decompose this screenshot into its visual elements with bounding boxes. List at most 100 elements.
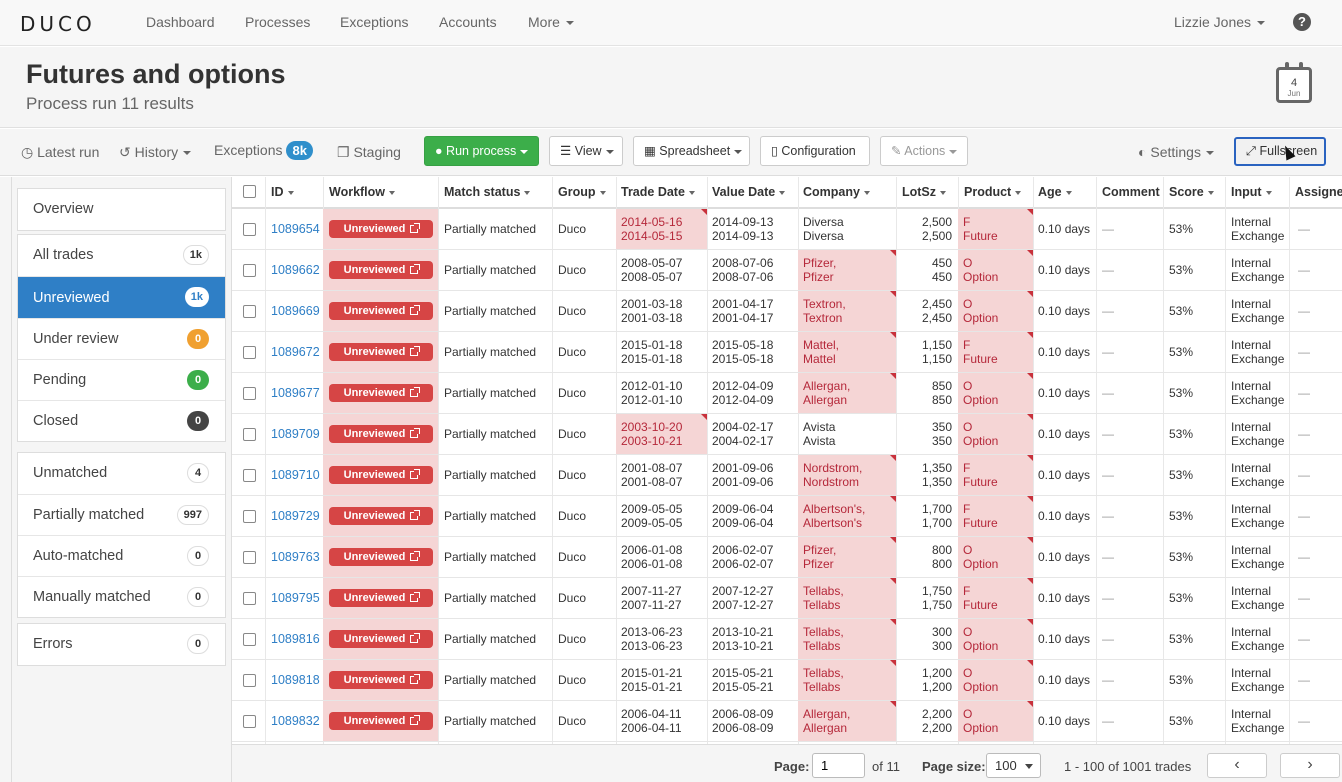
settings-dropdown[interactable]: ◐ Settings [1138,144,1214,160]
table-row[interactable]: 1089832 Unreviewed Partially matched Duc… [232,701,1342,742]
row-checkbox[interactable] [243,223,256,236]
nav-accounts[interactable]: Accounts [439,14,497,30]
trade-id-link[interactable]: 1089654 [271,222,320,236]
duco-logo[interactable]: DUCO [20,12,96,36]
row-checkbox[interactable] [243,715,256,728]
workflow-status-button[interactable]: Unreviewed [329,712,433,730]
row-checkbox[interactable] [243,305,256,318]
column-header-product[interactable]: Product [964,185,1022,199]
row-checkbox[interactable] [243,469,256,482]
sidebar-item-unmatched[interactable]: Unmatched 4 [18,453,225,494]
column-header-score[interactable]: Score [1169,185,1214,199]
workflow-status-button[interactable]: Unreviewed [329,261,433,279]
sidebar-item-overview[interactable]: Overview [18,189,225,230]
next-page-button[interactable]: › [1280,753,1340,778]
previous-page-button[interactable]: ‹ [1207,753,1267,778]
trade-id-link[interactable]: 1089818 [271,673,320,687]
workflow-status-button[interactable]: Unreviewed [329,548,433,566]
scrollbar[interactable] [11,177,12,782]
staging-button[interactable]: ❐ Staging [337,144,401,161]
trade-id-link[interactable]: 1089669 [271,304,320,318]
sidebar-item-unreviewed[interactable]: Unreviewed 1k [18,276,225,318]
calendar-icon[interactable]: 4 Jun [1276,62,1312,103]
sidebar-item-closed[interactable]: Closed 0 [18,400,225,441]
table-row[interactable]: 1089709 Unreviewed Partially matched Duc… [232,414,1342,455]
spreadsheet-dropdown[interactable]: ▦ Spreadsheet [633,136,750,166]
workflow-status-button[interactable]: Unreviewed [329,425,433,443]
select-all-checkbox[interactable] [243,185,256,198]
row-checkbox[interactable] [243,346,256,359]
exceptions-button[interactable]: Exceptions 8k [214,141,313,160]
run-process-button[interactable]: ● Run process [424,136,539,166]
column-header-input[interactable]: Input [1231,185,1272,199]
workflow-status-button[interactable]: Unreviewed [329,589,433,607]
row-checkbox[interactable] [243,674,256,687]
trade-id-link[interactable]: 1089709 [271,427,320,441]
table-row[interactable]: 1089729 Unreviewed Partially matched Duc… [232,496,1342,537]
table-row[interactable]: 1089672 Unreviewed Partially matched Duc… [232,332,1342,373]
workflow-status-button[interactable]: Unreviewed [329,466,433,484]
column-header-lotsz[interactable]: LotSz [902,185,947,199]
row-checkbox[interactable] [243,592,256,605]
table-row[interactable]: 1089677 Unreviewed Partially matched Duc… [232,373,1342,414]
row-checkbox[interactable] [243,387,256,400]
nav-dashboard[interactable]: Dashboard [146,14,215,30]
workflow-status-button[interactable]: Unreviewed [329,220,433,238]
history-dropdown[interactable]: ↺ History [119,144,192,161]
column-header-value-date[interactable]: Value Date [712,185,786,199]
sidebar-item-manually-matched[interactable]: Manually matched 0 [18,576,225,617]
table-row[interactable]: 1089818 Unreviewed Partially matched Duc… [232,660,1342,701]
trade-id-link[interactable]: 1089662 [271,263,320,277]
trade-id-link[interactable]: 1089763 [271,550,320,564]
trade-id-link[interactable]: 1089672 [271,345,320,359]
row-checkbox[interactable] [243,510,256,523]
trade-id-link[interactable]: 1089795 [271,591,320,605]
column-header-workflow[interactable]: Workflow [329,185,396,199]
table-row[interactable]: 1089795 Unreviewed Partially matched Duc… [232,578,1342,619]
column-header-company[interactable]: Company [803,185,870,199]
sidebar-item-under-review[interactable]: Under review 0 [18,318,225,359]
row-checkbox[interactable] [243,633,256,646]
row-checkbox[interactable] [243,551,256,564]
row-checkbox[interactable] [243,428,256,441]
configuration-button[interactable]: ▯ Configuration [760,136,870,166]
column-header-trade-date[interactable]: Trade Date [621,185,695,199]
column-header-group[interactable]: Group [558,185,606,199]
table-row[interactable]: 1089669 Unreviewed Partially matched Duc… [232,291,1342,332]
table-row[interactable]: 1089654 Unreviewed Partially matched Duc… [232,209,1342,250]
workflow-status-button[interactable]: Unreviewed [329,384,433,402]
sidebar-item-pending[interactable]: Pending 0 [18,359,225,400]
table-row[interactable]: 1089816 Unreviewed Partially matched Duc… [232,619,1342,660]
trade-id-link[interactable]: 1089816 [271,632,320,646]
user-menu[interactable]: Lizzie Jones [1174,14,1266,30]
sidebar-item-auto-matched[interactable]: Auto-matched 0 [18,535,225,576]
workflow-status-button[interactable]: Unreviewed [329,507,433,525]
table-row[interactable]: 1089763 Unreviewed Partially matched Duc… [232,537,1342,578]
help-icon[interactable]: ? [1293,13,1311,31]
trade-id-link[interactable]: 1089710 [271,468,320,482]
column-header-match-status[interactable]: Match status [444,185,531,199]
nav-more-dropdown[interactable]: More [528,14,574,30]
page-size-select[interactable]: 100 [986,753,1041,778]
trade-id-link[interactable]: 1089832 [271,714,320,728]
table-row[interactable]: 1089710 Unreviewed Partially matched Duc… [232,455,1342,496]
column-header-age[interactable]: Age [1038,185,1072,199]
fullscreen-button[interactable]: ⤢ Fullscreen [1234,137,1326,166]
sidebar-item-all-trades[interactable]: All trades 1k [18,235,225,276]
column-header-assignee[interactable]: Assignee [1295,185,1342,199]
workflow-status-button[interactable]: Unreviewed [329,302,433,320]
row-checkbox[interactable] [243,264,256,277]
nav-exceptions[interactable]: Exceptions [340,14,408,30]
trade-id-link[interactable]: 1089729 [271,509,320,523]
workflow-status-button[interactable]: Unreviewed [329,630,433,648]
actions-dropdown[interactable]: ✎ Actions [880,136,968,166]
page-number-input[interactable] [812,753,865,778]
trade-id-link[interactable]: 1089677 [271,386,320,400]
workflow-status-button[interactable]: Unreviewed [329,671,433,689]
workflow-status-button[interactable]: Unreviewed [329,343,433,361]
nav-processes[interactable]: Processes [245,14,310,30]
latest-run-button[interactable]: ◷ Latest run [21,144,99,161]
sidebar-item-errors[interactable]: Errors 0 [18,624,225,665]
column-header-comment[interactable]: Comment [1102,185,1160,199]
column-header-id[interactable]: ID [271,185,294,199]
